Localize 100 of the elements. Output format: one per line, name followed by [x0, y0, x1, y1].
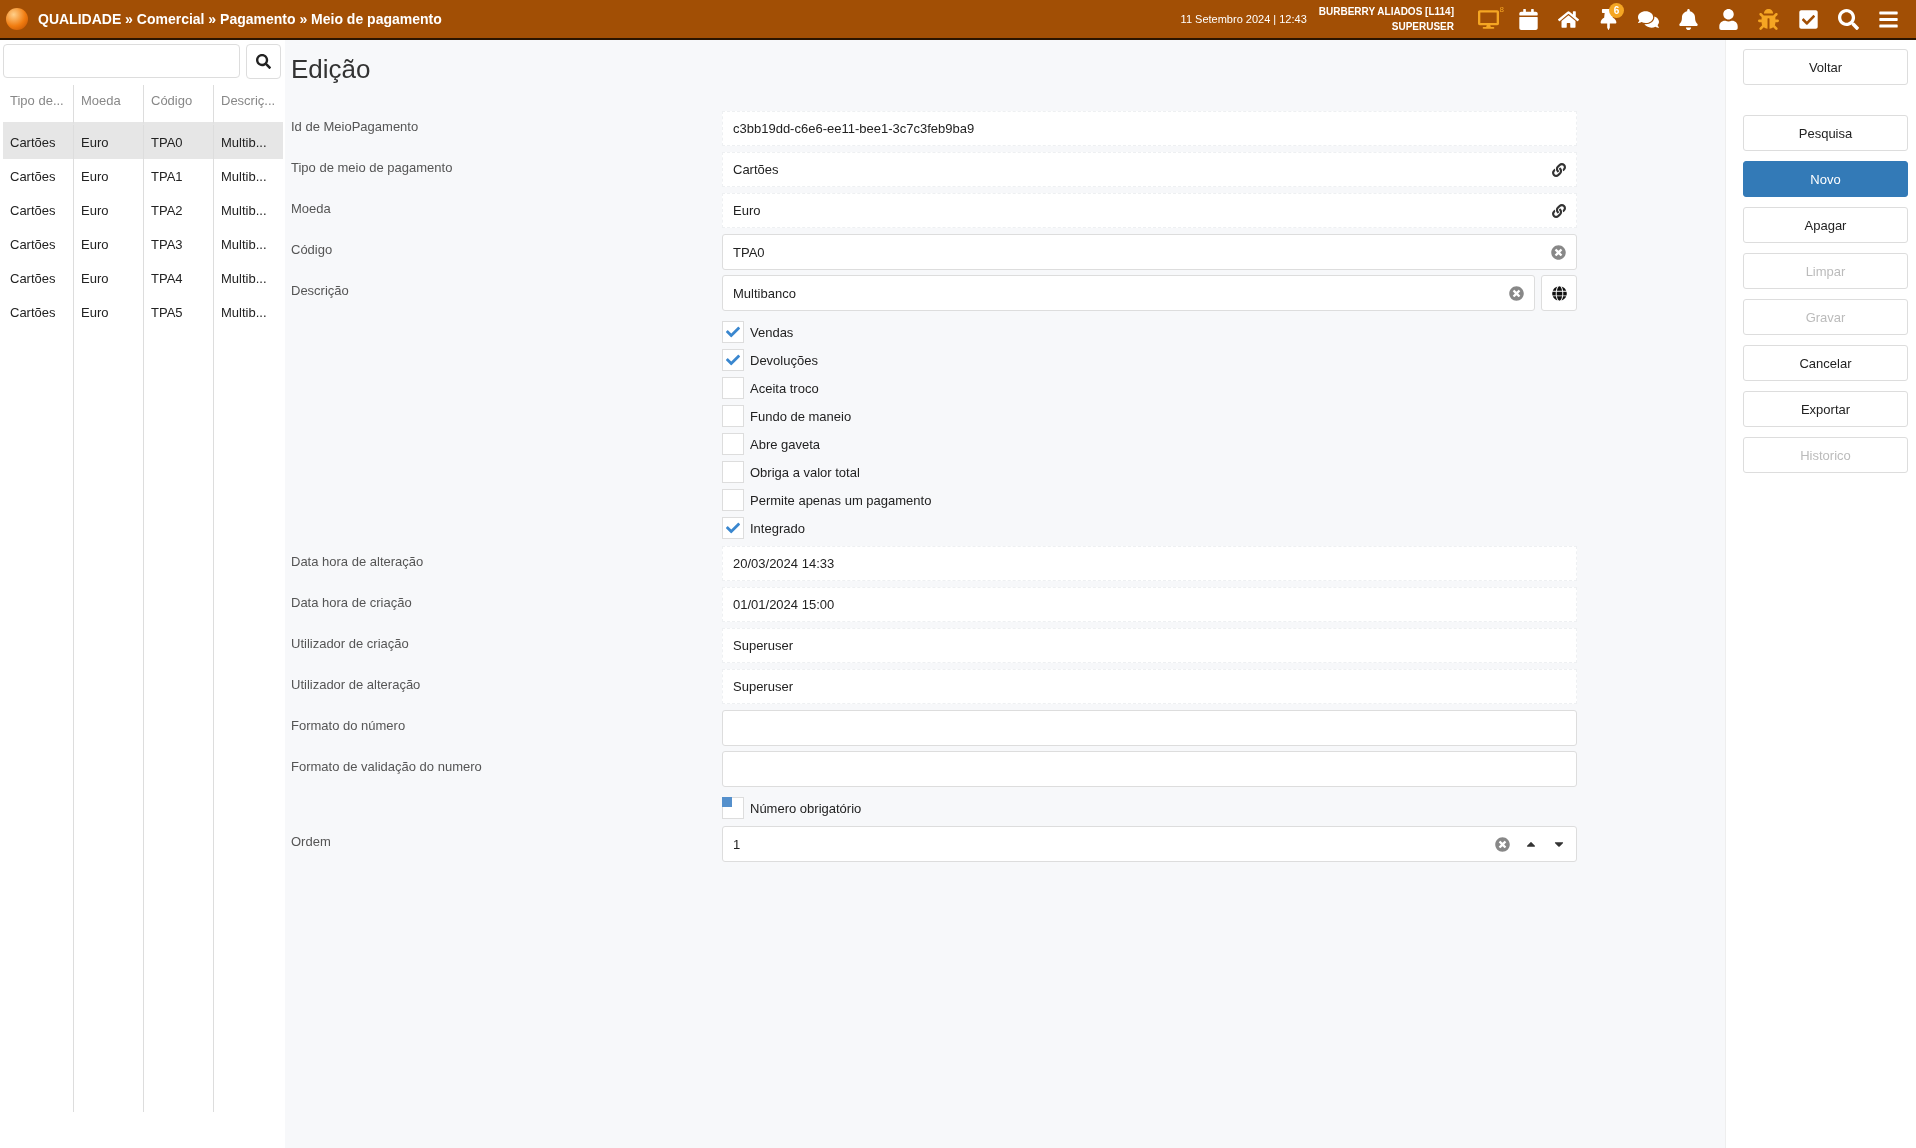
checkbox-label: Obriga a valor total	[750, 464, 860, 480]
checkbox-label: Integrado	[750, 520, 805, 536]
checkbox-label: Devoluções	[750, 352, 818, 368]
chat-icon[interactable]	[1637, 8, 1659, 30]
table-cell[interactable]: Euro	[73, 193, 143, 227]
table-cell[interactable]: Multib...	[213, 261, 283, 295]
search-icon[interactable]	[1837, 8, 1859, 30]
input-field[interactable]: TPA0	[722, 234, 1577, 270]
search-field[interactable]	[3, 44, 240, 78]
superscript-count: 8	[1499, 5, 1504, 14]
table-cell[interactable]: Cartões	[3, 261, 73, 295]
field-label: Descrição	[291, 282, 350, 298]
lookup-field[interactable]: Euro	[722, 193, 1577, 228]
checkmark-icon	[726, 325, 740, 339]
link-icon[interactable]	[1552, 162, 1566, 177]
table-cell[interactable]: Cartões	[3, 295, 73, 329]
clear-icon[interactable]	[1509, 285, 1524, 301]
action-button[interactable]: Voltar	[1743, 49, 1908, 85]
user-icon[interactable]	[1717, 8, 1739, 30]
table-cell[interactable]: Euro	[73, 159, 143, 193]
field-label: Tipo de meio de pagamento	[291, 159, 454, 175]
logo-icon	[6, 8, 28, 30]
readonly-field: c3bb19dd-c6e6-ee11-bee1-3c7c3feb9ba9	[722, 111, 1577, 146]
calendar-icon[interactable]	[1517, 8, 1539, 30]
table-cell[interactable]: Cartões	[3, 193, 73, 227]
globe-icon	[1551, 285, 1567, 301]
checkbox-label: Aceita troco	[750, 380, 819, 396]
bell-icon[interactable]	[1677, 8, 1699, 30]
company-name: BURBERRY ALIADOS [L114]	[1318, 6, 1454, 17]
checkbox[interactable]	[722, 461, 744, 483]
table-cell[interactable]: Multib...	[213, 125, 283, 159]
checkbox[interactable]	[722, 405, 744, 427]
field-label: Utilizador de alteração	[291, 676, 422, 692]
table-cell[interactable]: TPA3	[143, 227, 213, 261]
input-field[interactable]: Multibanco	[722, 275, 1535, 311]
readonly-field: 01/01/2024 15:00	[722, 587, 1577, 622]
checkbox-label: Fundo de maneio	[750, 408, 852, 424]
action-button[interactable]: Pesquisa	[1743, 115, 1908, 151]
table-cell[interactable]: TPA5	[143, 295, 213, 329]
date-time: 11 Setembro 2024 | 12:43	[1180, 13, 1307, 25]
table-cell[interactable]: Euro	[73, 261, 143, 295]
monitor-icon[interactable]	[1477, 8, 1499, 30]
action-button[interactable]: Exportar	[1743, 391, 1908, 427]
table-cell[interactable]: TPA4	[143, 261, 213, 295]
menu-icon[interactable]	[1877, 8, 1899, 30]
checkbox[interactable]	[722, 433, 744, 455]
table-cell[interactable]: TPA2	[143, 193, 213, 227]
checkbox[interactable]	[722, 349, 744, 371]
checkbox[interactable]	[722, 321, 744, 343]
readonly-field: Superuser	[722, 628, 1577, 663]
notification-badge: 6	[1609, 3, 1624, 18]
checkbox-label: Vendas	[750, 324, 794, 340]
page-title: Edição	[291, 54, 372, 85]
table-cell[interactable]: Multib...	[213, 295, 283, 329]
checkbox[interactable]	[722, 377, 744, 399]
field-label: Moeda	[291, 200, 332, 216]
input-field[interactable]	[722, 710, 1577, 746]
clear-icon[interactable]	[1551, 244, 1566, 260]
bug-icon[interactable]	[1757, 8, 1779, 30]
globe-button[interactable]	[1541, 275, 1577, 311]
field-label: Data hora de alteração	[291, 553, 425, 569]
breadcrumb: QUALIDADE » Comercial » Pagamento » Meio de pagamento	[38, 11, 442, 27]
input-field[interactable]	[722, 751, 1577, 787]
search-icon	[256, 54, 271, 69]
action-button[interactable]: Cancelar	[1743, 345, 1908, 381]
table-cell[interactable]: Euro	[73, 125, 143, 159]
clear-icon[interactable]	[1495, 836, 1510, 852]
field-label: Formato do número	[291, 717, 407, 733]
table-cell[interactable]: TPA0	[143, 125, 213, 159]
table-cell[interactable]: Multib...	[213, 227, 283, 261]
action-button[interactable]: Apagar	[1743, 207, 1908, 243]
table-cell[interactable]: Cartões	[3, 227, 73, 261]
checkmark-icon	[726, 521, 740, 535]
table-cell[interactable]: Euro	[73, 295, 143, 329]
field-label: Data hora de criação	[291, 594, 413, 610]
action-button[interactable]: Novo	[1743, 161, 1908, 197]
field-label: Utilizador de criação	[291, 635, 410, 651]
table-cell[interactable]: Euro	[73, 227, 143, 261]
home-icon[interactable]	[1557, 8, 1579, 30]
checkbox[interactable]	[722, 797, 744, 819]
table-cell[interactable]: TPA1	[143, 159, 213, 193]
field-label: Id de MeioPagamento	[291, 118, 420, 134]
link-icon[interactable]	[1552, 203, 1566, 218]
search-button[interactable]	[246, 44, 281, 79]
checkbox[interactable]	[722, 517, 744, 539]
checkbox-label: Número obrigatório	[750, 800, 862, 816]
checkbox[interactable]	[722, 489, 744, 511]
user-name: SUPERUSER	[1391, 21, 1454, 32]
field-label: Formato de validação do numero	[291, 758, 483, 774]
field-label: Ordem	[291, 833, 332, 849]
field-label: Código	[291, 241, 334, 257]
table-cell[interactable]: Cartões	[3, 125, 73, 159]
table-cell[interactable]: Cartões	[3, 159, 73, 193]
table-cell[interactable]: Multib...	[213, 159, 283, 193]
number-field[interactable]: 1	[722, 826, 1577, 862]
lookup-field[interactable]: Cartões	[722, 152, 1577, 187]
table-cell[interactable]: Multib...	[213, 193, 283, 227]
readonly-field: 20/03/2024 14:33	[722, 546, 1577, 581]
checkbox-label: Permite apenas um pagamento	[750, 492, 932, 508]
checkbox-icon[interactable]	[1797, 8, 1819, 30]
